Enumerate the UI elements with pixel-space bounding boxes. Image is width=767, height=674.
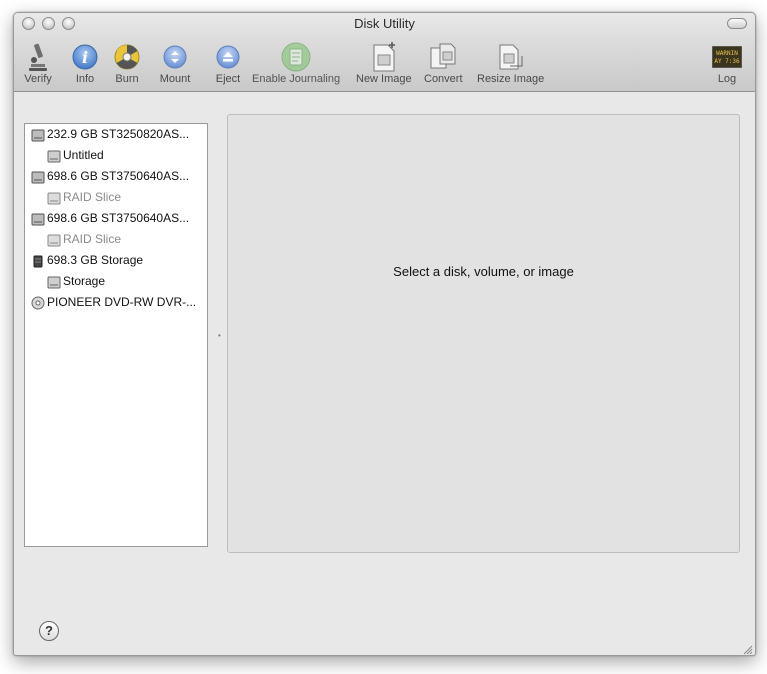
burn-icon [111,41,143,73]
device-list[interactable]: 232.9 GB ST3250820AS... Untitled 698.6 G… [24,123,208,547]
burn-label: Burn [115,73,139,85]
mount-label: Mount [159,73,191,85]
verify-label: Verify [24,73,52,85]
info-icon: i [69,41,101,73]
log-icon: WARNIN AY 7:36 [711,41,743,73]
list-item-dvd-drive[interactable]: PIONEER DVD-RW DVR-... [25,292,207,313]
convert-icon [427,41,459,73]
new-image-label: New Image [356,73,412,85]
verify-button[interactable]: Verify [22,41,54,85]
log-label: Log [717,73,737,85]
svg-text:AY 7:36: AY 7:36 [714,58,740,65]
list-item-raid-slice-a[interactable]: RAID Slice [25,187,207,208]
split-view-handle[interactable]: • [218,331,221,340]
new-image-button[interactable]: New Image [356,41,412,85]
microscope-icon [22,41,54,73]
list-item-disk-698-a[interactable]: 698.6 GB ST3750640AS... [25,166,207,187]
toolbar-toggle-button[interactable] [727,18,747,29]
resize-image-icon [495,41,527,73]
info-button[interactable]: i Info [69,41,101,85]
list-item-volume-untitled[interactable]: Untitled [25,145,207,166]
disk-utility-window: Disk Utility Verify i Info Burn Mount Ej… [13,12,756,656]
new-image-icon [368,41,400,73]
toolbar: Disk Utility Verify i Info Burn Mount Ej… [14,13,755,92]
burn-button[interactable]: Burn [111,41,143,85]
resize-image-label: Resize Image [477,73,545,85]
window-title: Disk Utility [354,16,415,31]
list-item-disk-698-b[interactable]: 698.6 GB ST3750640AS... [25,208,207,229]
resize-image-button[interactable]: Resize Image [477,41,544,85]
eject-icon [212,41,244,73]
log-button[interactable]: WARNIN AY 7:36 Log [711,41,743,85]
enable-journaling-button[interactable]: Enable Journaling [252,41,340,85]
optical-drive-icon [31,296,45,317]
list-item-disk-232[interactable]: 232.9 GB ST3250820AS... [25,124,207,145]
enable-journaling-label: Enable Journaling [252,73,341,85]
list-item-raid-slice-b[interactable]: RAID Slice [25,229,207,250]
journaling-icon [280,41,312,73]
svg-text:WARNIN: WARNIN [716,50,738,57]
info-label: Info [75,73,95,85]
eject-button[interactable]: Eject [212,41,244,85]
convert-button[interactable]: Convert [424,41,463,85]
svg-text:i: i [82,48,88,67]
resize-grip-icon[interactable] [742,642,753,655]
help-button[interactable]: ? [39,621,59,641]
detail-pane: Select a disk, volume, or image [227,114,740,553]
empty-selection-message: Select a disk, volume, or image [393,264,574,279]
mount-icon [159,41,191,73]
convert-label: Convert [424,73,463,85]
mount-button[interactable]: Mount [159,41,191,85]
eject-label: Eject [215,73,241,85]
list-item-volume-storage[interactable]: Storage [25,271,207,292]
list-item-storage-raid[interactable]: 698.3 GB Storage [25,250,207,271]
